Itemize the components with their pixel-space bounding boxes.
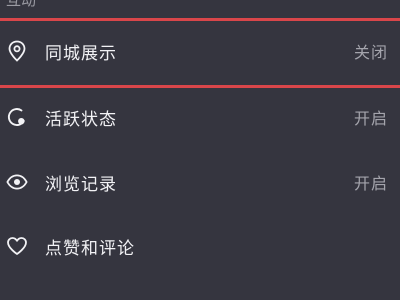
setting-label-browse-history: 浏览记录 <box>45 174 117 195</box>
setting-value-browse-history: 开启 <box>353 174 388 193</box>
setting-label-local-display: 同城展示 <box>45 43 117 64</box>
section-header-interaction: 互动 <box>6 0 37 9</box>
setting-value-local-display: 关闭 <box>353 43 388 62</box>
setting-row-active-status[interactable]: 活跃状态 开启 <box>0 86 400 148</box>
privacy-settings-screen: 互动 同城展示 关闭 活跃状态 开启 浏览记录 开启 点赞和评论 <box>0 0 400 300</box>
heart-icon <box>6 235 28 257</box>
setting-label-active-status: 活跃状态 <box>45 109 117 130</box>
eye-icon <box>6 171 28 193</box>
setting-label-likes-comments: 点赞和评论 <box>45 238 135 259</box>
location-pin-icon <box>6 40 28 62</box>
setting-row-local-display[interactable]: 同城展示 关闭 <box>0 20 400 82</box>
setting-row-browse-history[interactable]: 浏览记录 开启 <box>0 151 400 213</box>
setting-row-likes-comments[interactable]: 点赞和评论 <box>0 215 400 277</box>
setting-value-active-status: 开启 <box>353 109 388 128</box>
active-status-icon <box>6 106 28 128</box>
